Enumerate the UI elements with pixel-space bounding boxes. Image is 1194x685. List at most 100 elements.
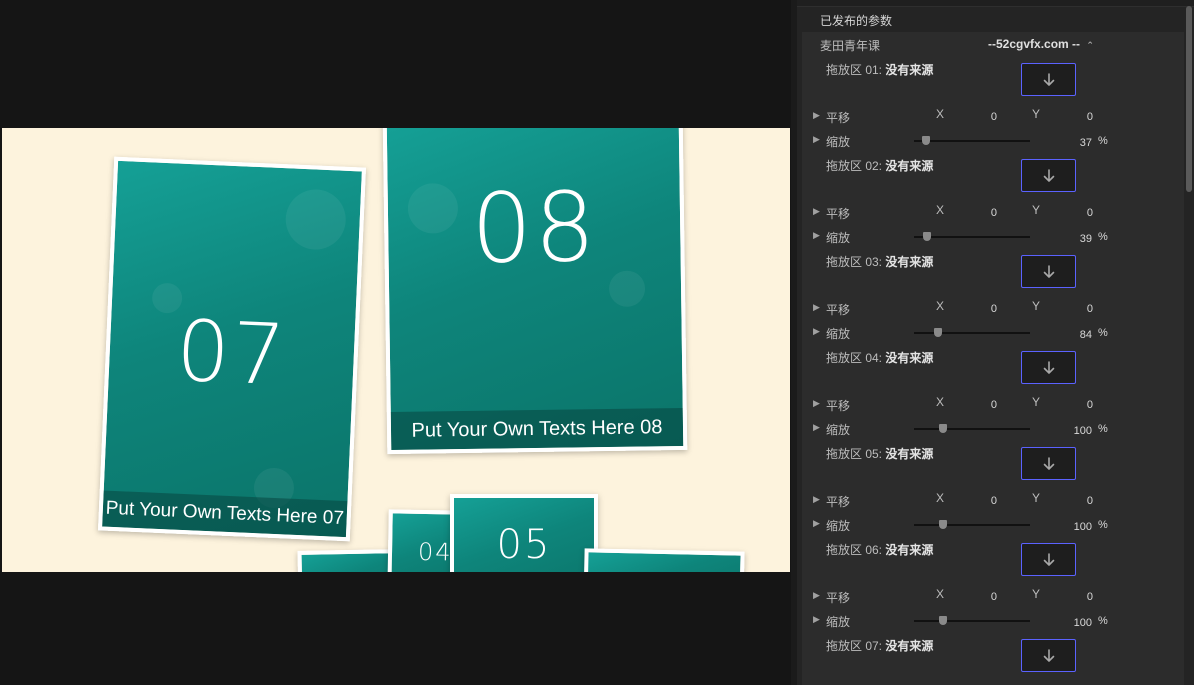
scale-1-value[interactable]: 37	[1068, 137, 1092, 149]
down-arrow-icon	[1043, 264, 1054, 278]
inspector-scrollbar[interactable]	[1186, 6, 1192, 192]
scale-6-value[interactable]: 100	[1068, 617, 1092, 629]
down-arrow-icon	[1043, 552, 1054, 566]
inspector-panel: 已发布的参数 麦田青年课 --52cgvfx.com -- ⌃ 拖放区 01: …	[791, 0, 1194, 685]
disclosure-triangle-icon[interactable]: ▶	[813, 494, 820, 505]
position-6-y-field[interactable]: 0	[1069, 591, 1093, 603]
position-1-y-field[interactable]: 0	[1069, 111, 1093, 123]
scale-4-slider-knob[interactable]	[939, 424, 947, 433]
position-1-x-label: X	[936, 107, 945, 121]
dropzone-2-label: 拖放区 02: 没有来源	[826, 159, 934, 173]
scale-3-slider-knob[interactable]	[934, 328, 942, 337]
scale-5-unit: %	[1098, 519, 1108, 531]
disclosure-triangle-icon[interactable]: ▶	[813, 302, 820, 313]
position-2-label: 平移	[826, 207, 851, 221]
scale-3-unit: %	[1098, 327, 1108, 339]
photo-card-06	[583, 548, 745, 572]
position-6-x-field[interactable]: 0	[973, 591, 997, 603]
disclosure-triangle-icon[interactable]: ▶	[813, 398, 820, 409]
scale-4-label: 缩放	[826, 423, 851, 437]
card-number-04: 04	[417, 537, 453, 567]
disclosure-triangle-icon[interactable]: ▶	[813, 614, 820, 625]
dropzone-6-label: 拖放区 06: 没有来源	[826, 543, 934, 557]
position-5-x-field[interactable]: 0	[973, 495, 997, 507]
disclosure-triangle-icon[interactable]: ▶	[813, 422, 820, 433]
scale-4-slider[interactable]	[914, 428, 1030, 430]
popup-chevron-icon: ⌃	[1086, 40, 1094, 50]
scale-2-value[interactable]: 39	[1068, 233, 1092, 245]
scale-1-unit: %	[1098, 135, 1108, 147]
scale-2-slider-knob[interactable]	[923, 232, 931, 241]
scale-2-slider[interactable]	[914, 236, 1030, 238]
card-number-08: 08	[470, 171, 599, 285]
position-5-label: 平移	[826, 495, 851, 509]
disclosure-triangle-icon[interactable]: ▶	[813, 206, 820, 217]
photo-card-07: 07 Put Your Own Texts Here 07	[97, 156, 367, 542]
position-3-x-label: X	[936, 299, 945, 313]
down-arrow-icon	[1043, 456, 1054, 470]
position-2-x-label: X	[936, 203, 945, 217]
dropzone-5-well[interactable]	[1021, 447, 1076, 480]
dropzone-1-well[interactable]	[1021, 63, 1076, 96]
position-1-x-field[interactable]: 0	[973, 111, 997, 123]
scale-2-label: 缩放	[826, 231, 851, 245]
card-caption-08: Put Your Own Texts Here 08	[390, 407, 684, 451]
disclosure-triangle-icon[interactable]: ▶	[813, 326, 820, 337]
disclosure-triangle-icon[interactable]: ▶	[813, 230, 820, 241]
scale-4-unit: %	[1098, 423, 1108, 435]
position-5-y-field[interactable]: 0	[1069, 495, 1093, 507]
scale-2-unit: %	[1098, 231, 1108, 243]
scale-3-slider[interactable]	[914, 332, 1030, 334]
position-6-y-label: Y	[1032, 587, 1041, 601]
scale-1-label: 缩放	[826, 135, 851, 149]
scale-6-label: 缩放	[826, 615, 851, 629]
card-number-05: 05	[496, 522, 552, 568]
disclosure-triangle-icon[interactable]: ▶	[813, 590, 820, 601]
position-5-y-label: Y	[1032, 491, 1041, 505]
preset-popup-value: --52cgvfx.com --	[988, 37, 1081, 51]
dropzone-3-well[interactable]	[1021, 255, 1076, 288]
position-1-label: 平移	[826, 111, 851, 125]
position-4-y-field[interactable]: 0	[1069, 399, 1093, 411]
disclosure-triangle-icon[interactable]: ▶	[813, 110, 820, 121]
scale-4-value[interactable]: 100	[1068, 425, 1092, 437]
scale-3-label: 缩放	[826, 327, 851, 341]
photo-card-05: 05	[450, 494, 598, 572]
scale-6-slider-knob[interactable]	[939, 616, 947, 625]
scale-5-slider[interactable]	[914, 524, 1030, 526]
scale-1-slider[interactable]	[914, 140, 1030, 142]
dropzone-5-label: 拖放区 05: 没有来源	[826, 447, 934, 461]
dropzone-6-well[interactable]	[1021, 543, 1076, 576]
position-2-y-field[interactable]: 0	[1069, 207, 1093, 219]
dropzone-3-label: 拖放区 03: 没有来源	[826, 255, 934, 269]
dropzone-4-well[interactable]	[1021, 351, 1076, 384]
published-parameters-header: 已发布的参数	[820, 14, 893, 28]
position-4-x-label: X	[936, 395, 945, 409]
position-3-x-field[interactable]: 0	[973, 303, 997, 315]
scale-5-slider-knob[interactable]	[939, 520, 947, 529]
preview-canvas[interactable]: 07 Put Your Own Texts Here 07 08 Put You…	[2, 128, 790, 572]
scale-3-value[interactable]: 84	[1068, 329, 1092, 341]
position-3-label: 平移	[826, 303, 851, 317]
scale-5-value[interactable]: 100	[1068, 521, 1092, 533]
scale-6-slider[interactable]	[914, 620, 1030, 622]
position-3-y-field[interactable]: 0	[1069, 303, 1093, 315]
position-5-x-label: X	[936, 491, 945, 505]
scale-1-slider-knob[interactable]	[922, 136, 930, 145]
photo-card-08: 08 Put Your Own Texts Here 08	[382, 128, 688, 455]
dropzone-7-well[interactable]	[1021, 639, 1076, 672]
dropzone-4-label: 拖放区 04: 没有来源	[826, 351, 934, 365]
preset-popup[interactable]: --52cgvfx.com -- ⌃	[988, 37, 1094, 51]
position-3-y-label: Y	[1032, 299, 1041, 313]
down-arrow-icon	[1043, 648, 1054, 662]
position-6-x-label: X	[936, 587, 945, 601]
disclosure-triangle-icon[interactable]: ▶	[813, 518, 820, 529]
position-4-y-label: Y	[1032, 395, 1041, 409]
preset-label: 麦田青年课	[820, 39, 881, 53]
dropzone-2-well[interactable]	[1021, 159, 1076, 192]
disclosure-triangle-icon[interactable]: ▶	[813, 134, 820, 145]
position-4-label: 平移	[826, 399, 851, 413]
position-2-x-field[interactable]: 0	[973, 207, 997, 219]
position-6-label: 平移	[826, 591, 851, 605]
position-4-x-field[interactable]: 0	[973, 399, 997, 411]
